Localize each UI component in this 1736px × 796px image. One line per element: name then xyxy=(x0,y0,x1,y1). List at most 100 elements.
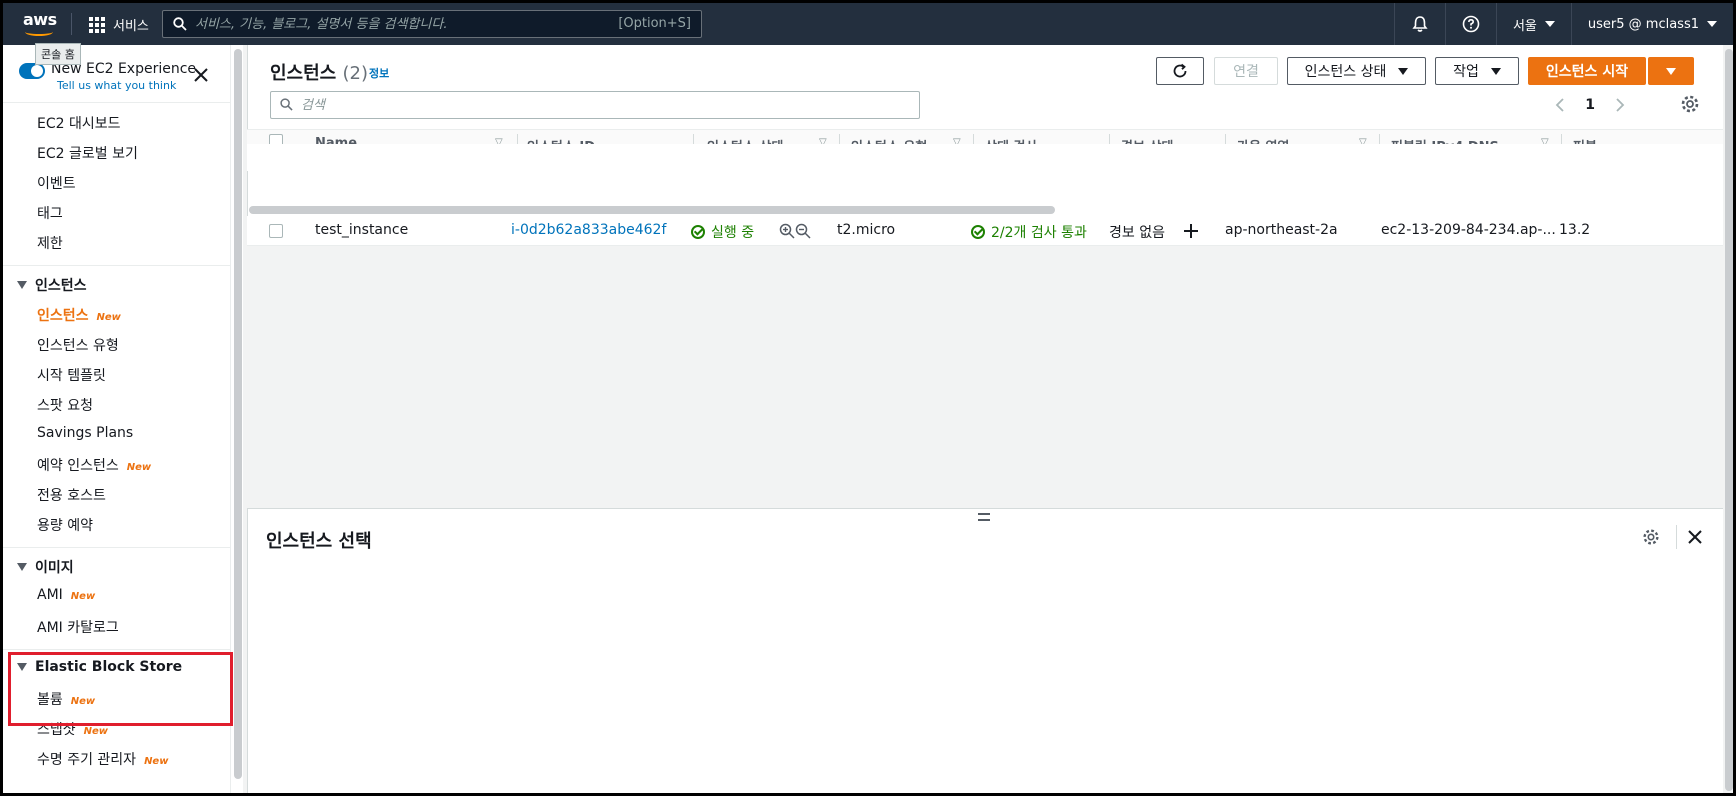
sidebar-item-ec2-dashboard[interactable]: EC2 대시보드 xyxy=(37,113,121,133)
plus-icon[interactable] xyxy=(1183,223,1199,239)
sidebar-item-label: 스냅샷 xyxy=(37,722,76,738)
resize-handle[interactable] xyxy=(978,513,990,521)
gear-icon[interactable] xyxy=(1679,93,1701,115)
cell-instance-id[interactable]: i-0d2b62a833abe462f xyxy=(511,222,666,238)
sidebar-section-title: Elastic Block Store xyxy=(35,659,183,675)
feedback-link[interactable]: Tell us what you think xyxy=(57,79,176,92)
help-button[interactable] xyxy=(1444,3,1496,45)
table-horizontal-scrollbar[interactable] xyxy=(249,206,1055,214)
sidebar-item-label: AMI xyxy=(37,587,63,603)
refresh-icon xyxy=(1173,63,1187,78)
header-overlay xyxy=(247,144,1723,171)
chevron-right-icon[interactable] xyxy=(1613,97,1627,113)
chevron-down-icon xyxy=(1544,21,1555,27)
gear-icon[interactable] xyxy=(1641,527,1661,547)
sidebar-section-elastic-block-store[interactable]: Elastic Block Store xyxy=(17,659,182,675)
sidebar-item-ami[interactable]: AMI New xyxy=(37,587,95,603)
sidebar-item-launch-templates[interactable]: 시작 템플릿 xyxy=(37,365,106,385)
details-panel: 인스턴스 선택 xyxy=(247,508,1723,793)
sidebar-scrollbar[interactable] xyxy=(234,49,242,779)
divider xyxy=(1676,525,1677,549)
chevron-left-icon[interactable] xyxy=(1553,97,1567,113)
sidebar-item-limits[interactable]: 제한 xyxy=(37,233,63,253)
nav-divider xyxy=(71,13,72,35)
close-icon[interactable] xyxy=(191,65,211,85)
instance-state-label: 인스턴스 상태 xyxy=(1304,64,1387,80)
sidebar-divider xyxy=(3,265,230,266)
caret-down-icon xyxy=(17,563,27,571)
sidebar-section-instances[interactable]: 인스턴스 xyxy=(17,275,87,295)
search-icon xyxy=(280,98,293,111)
services-menu-button[interactable]: 서비스 xyxy=(89,15,149,34)
connect-button[interactable]: 연결 xyxy=(1214,57,1278,85)
sidebar-item-label: 인스턴스 xyxy=(37,308,89,324)
zoom-out-icon[interactable] xyxy=(795,223,811,239)
launch-options-dropdown[interactable] xyxy=(1648,57,1694,85)
sidebar-item-instance-types[interactable]: 인스턴스 유형 xyxy=(37,335,119,355)
table-row[interactable]: test_instance i-0d2b62a833abe462f 실행 중 t… xyxy=(247,216,1723,246)
row-checkbox[interactable] xyxy=(269,224,283,238)
page-title: 인스턴스 (2) xyxy=(270,59,368,85)
state-text: 실행 중 xyxy=(711,225,755,241)
launch-instances-button[interactable]: 인스턴스 시작 xyxy=(1528,57,1646,85)
zoom-in-icon[interactable] xyxy=(779,223,795,239)
new-badge: New xyxy=(126,462,152,473)
sidebar-section-title: 인스턴스 xyxy=(35,278,87,294)
aws-logo-text: aws xyxy=(23,10,57,29)
notifications-button[interactable] xyxy=(1393,3,1445,45)
sidebar-item-lifecycle-manager[interactable]: 수명 주기 관리자 New xyxy=(37,749,168,769)
global-search-input[interactable] xyxy=(195,14,595,34)
sidebar-item-reserved-instances[interactable]: 예약 인스턴스 New xyxy=(37,455,151,475)
sidebar-item-savings-plans[interactable]: Savings Plans xyxy=(37,425,133,441)
sidebar-item-ec2-global-view[interactable]: EC2 글로벌 보기 xyxy=(37,143,138,163)
cell-instance-type: t2.micro xyxy=(837,222,896,238)
sidebar-item-capacity-reservations[interactable]: 용량 예약 xyxy=(37,515,93,535)
sidebar-item-volumes[interactable]: 볼륨 New xyxy=(37,689,95,709)
refresh-button[interactable] xyxy=(1156,57,1204,85)
global-search-box[interactable]: [Option+S] xyxy=(162,10,702,38)
page-title-text: 인스턴스 xyxy=(270,63,337,84)
caret-down-icon xyxy=(17,281,27,289)
bell-icon xyxy=(1412,16,1428,32)
cell-status-check: 2/2개 검사 통과 xyxy=(971,222,1087,242)
region-selector[interactable]: 서울 xyxy=(1495,3,1571,45)
sidebar-item-spot-requests[interactable]: 스팟 요청 xyxy=(37,395,93,415)
aws-logo[interactable]: aws xyxy=(21,10,57,37)
table-search-box[interactable] xyxy=(270,91,920,119)
sidebar-divider xyxy=(3,102,230,103)
caret-down-icon xyxy=(1666,67,1676,75)
sidebar-item-dedicated-hosts[interactable]: 전용 호스트 xyxy=(37,485,106,505)
sidebar-item-instances[interactable]: 인스턴스 New xyxy=(37,305,121,325)
sidebar-divider xyxy=(3,649,230,650)
sidebar-item-events[interactable]: 이벤트 xyxy=(37,173,76,193)
instance-state-button[interactable]: 인스턴스 상태 xyxy=(1287,57,1426,85)
status-check-text: 2/2개 검사 통과 xyxy=(991,225,1087,241)
aws-smile-icon xyxy=(25,28,53,36)
region-label: 서울 xyxy=(1512,18,1537,34)
sidebar-item-label: 볼륨 xyxy=(37,692,63,708)
info-link[interactable]: 정보 xyxy=(369,65,389,81)
table-search-input[interactable] xyxy=(301,96,901,114)
sidebar-item-tags[interactable]: 태그 xyxy=(37,203,63,223)
sidebar-item-ami-catalog[interactable]: AMI 카탈로그 xyxy=(37,617,119,637)
caret-down-icon xyxy=(1398,67,1409,75)
account-label: user5 @ mclass1 xyxy=(1587,16,1699,32)
new-badge: New xyxy=(70,591,96,602)
top-navigation: aws 서비스 [Option+S] 서울 xyxy=(3,3,1733,45)
sidebar-divider xyxy=(3,547,230,548)
cell-public-ip: 13.2 xyxy=(1559,222,1591,238)
success-icon xyxy=(691,225,705,239)
current-page[interactable]: 1 xyxy=(1585,97,1595,113)
account-menu[interactable]: user5 @ mclass1 xyxy=(1570,3,1733,45)
chevron-down-icon xyxy=(1707,21,1717,27)
grid-icon xyxy=(89,16,105,33)
sidebar-item-snapshots[interactable]: 스냅샷 New xyxy=(37,719,108,739)
search-shortcut-hint: [Option+S] xyxy=(618,16,691,31)
new-badge: New xyxy=(70,696,96,707)
sidebar: New EC2 Experience Tell us what you thin… xyxy=(3,45,231,793)
close-icon[interactable] xyxy=(1685,527,1705,547)
actions-button[interactable]: 작업 xyxy=(1435,57,1519,85)
new-experience-toggle[interactable] xyxy=(19,63,45,79)
main-scrollbar[interactable] xyxy=(1725,49,1733,791)
sidebar-section-images[interactable]: 이미지 xyxy=(17,557,74,577)
